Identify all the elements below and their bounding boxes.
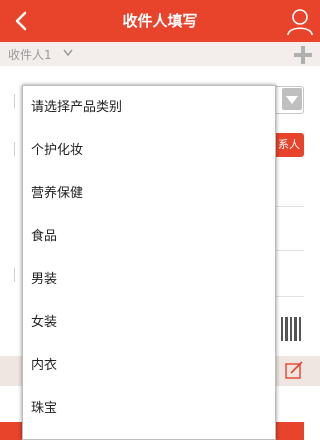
- user-icon: [287, 9, 313, 36]
- header-bar: 收件人填写: [0, 0, 320, 42]
- dropdown-option[interactable]: 男装: [23, 258, 275, 301]
- scan-barcode-button[interactable]: [280, 316, 304, 342]
- dropdown-option[interactable]: 营养保健: [23, 172, 275, 215]
- category-dropdown-list: 请选择产品类别 个护化妆 营养保健 食品 男装 女装 内衣 珠宝: [22, 85, 276, 440]
- add-recipient-button[interactable]: [292, 44, 314, 66]
- dropdown-option[interactable]: 珠宝: [23, 387, 275, 430]
- plus-icon: [294, 46, 312, 64]
- field-edge: [14, 268, 22, 282]
- user-profile-button[interactable]: [284, 5, 316, 37]
- edit-button[interactable]: [284, 360, 304, 380]
- dropdown-option[interactable]: 食品: [23, 215, 275, 258]
- select-dropdown-button[interactable]: [282, 88, 302, 110]
- field-edge: [14, 94, 22, 108]
- chevron-down-icon: [63, 49, 73, 57]
- dropdown-option[interactable]: 个护化妆: [23, 129, 275, 172]
- caret-down-icon: [286, 96, 298, 104]
- bottom-button-right[interactable]: [276, 422, 304, 440]
- page-title: 收件人填写: [122, 12, 198, 30]
- field-edge: [14, 142, 22, 156]
- dropdown-option[interactable]: 女装: [23, 301, 275, 344]
- barcode-icon: [281, 317, 301, 341]
- dropdown-option[interactable]: 请选择产品类别: [23, 86, 275, 129]
- bottom-button-left[interactable]: [0, 422, 22, 440]
- edit-icon: [285, 361, 303, 379]
- recipient-label: 收件人1: [8, 48, 52, 62]
- dropdown-option[interactable]: 内衣: [23, 344, 275, 387]
